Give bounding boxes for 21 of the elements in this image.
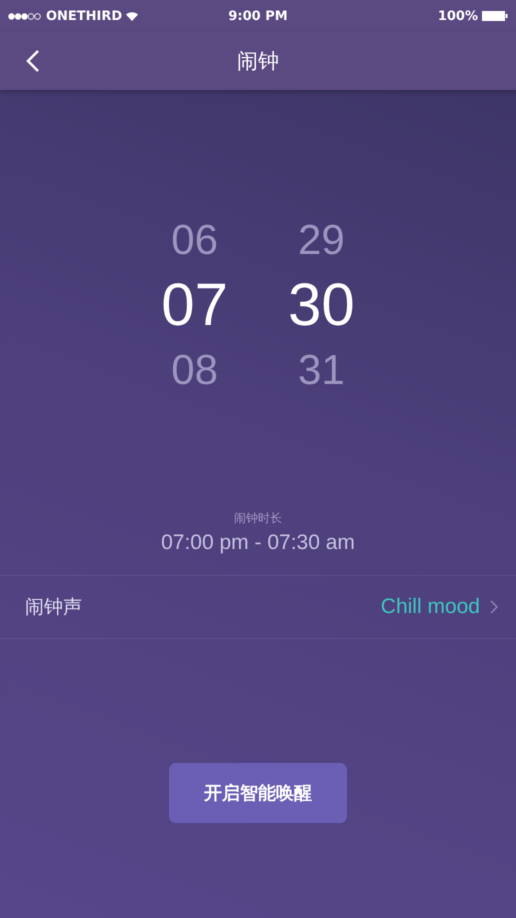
back-icon[interactable] (26, 49, 40, 73)
alarm-sound-row[interactable]: 闹钟声 Chill mood (0, 575, 516, 639)
battery-percent: 100% (438, 8, 478, 24)
wifi-icon (126, 12, 138, 20)
time-value[interactable]: 06 (171, 208, 218, 272)
row-value: Chill mood (380, 595, 480, 619)
signal-icon (8, 12, 42, 20)
status-time: 9:00 PM (228, 8, 288, 24)
time-value[interactable]: 30 (288, 272, 355, 338)
duration-value: 07:00 pm - 07:30 am (161, 531, 355, 555)
time-value[interactable]: 31 (298, 338, 345, 402)
time-value[interactable]: 07 (161, 272, 228, 338)
chevron-icon (490, 600, 498, 614)
time-value[interactable]: 29 (298, 208, 345, 272)
battery-icon (482, 11, 508, 21)
screen-title: 闹钟 (237, 48, 279, 75)
duration-label: 闹钟时长 (234, 510, 282, 527)
time-value[interactable]: 08 (171, 338, 218, 402)
carrier-name: ONETHIRD (46, 8, 122, 24)
smart-wake-button[interactable]: 开启智能唤醒 (169, 763, 347, 823)
row-label: 闹钟声 (25, 595, 83, 620)
